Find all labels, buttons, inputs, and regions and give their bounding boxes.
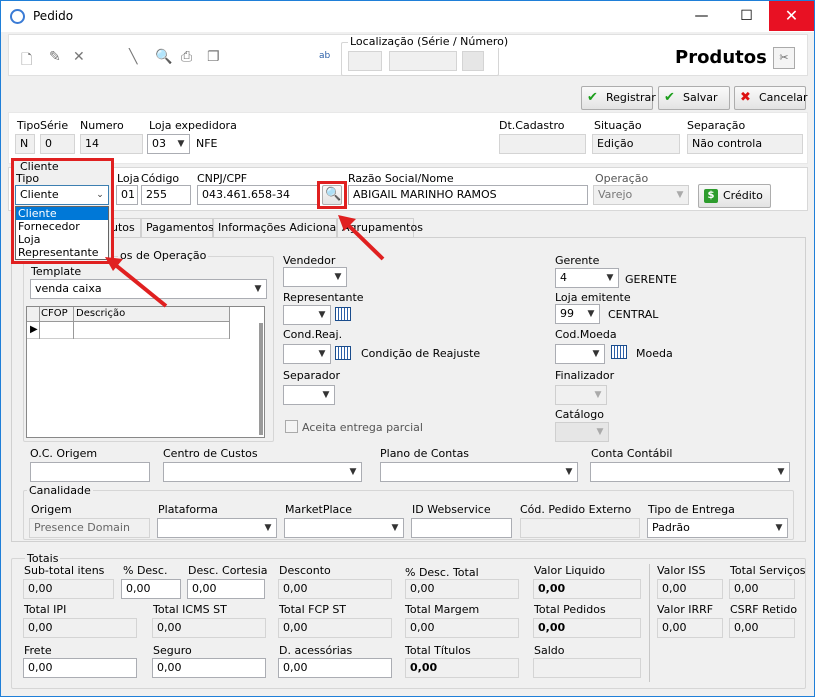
annotation-arrows bbox=[105, 215, 385, 308]
arrow-to-search bbox=[344, 221, 385, 261]
arrow-to-tipo bbox=[111, 261, 168, 308]
pedido-window: Pedido — ☐ ✕ 🗋 ✎ ✕ ╲ 🔍 ⎙ ❐ ab Localizaçã… bbox=[0, 0, 815, 697]
